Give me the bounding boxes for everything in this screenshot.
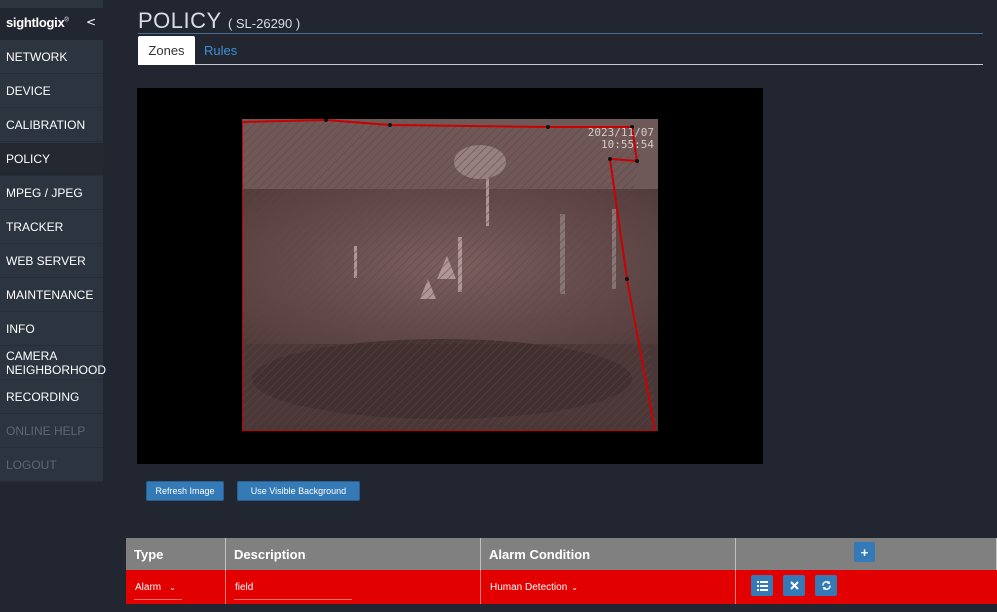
sidebar-item-network[interactable]: NETWORK: [0, 41, 103, 74]
sidebar-item-camera-neighborhood[interactable]: CAMERA NEIGHBORHOOD: [0, 347, 106, 380]
sidebar-item-policy[interactable]: POLICY: [0, 143, 103, 176]
page-title: POLICY ( SL-26290 ): [138, 8, 301, 33]
sidebar-item-info[interactable]: INFO: [0, 313, 103, 346]
sidebar-item-web-server[interactable]: WEB SERVER: [0, 245, 103, 278]
column-header-description: Description: [226, 538, 481, 570]
tab-rules[interactable]: Rules: [204, 36, 237, 65]
device-id: ( SL-26290 ): [227, 16, 301, 31]
sidebar-item-tracker[interactable]: TRACKER: [0, 211, 103, 244]
tab-zones[interactable]: Zones: [138, 36, 195, 65]
detection-zone-fill: [242, 119, 657, 429]
page-header: POLICY ( SL-26290 ): [138, 8, 300, 34]
sidebar-item-online-help[interactable]: ONLINE HELP: [0, 415, 103, 448]
column-header-type: Type: [126, 538, 226, 570]
sidebar-collapse-button[interactable]: <: [86, 15, 96, 29]
timestamp-time: 10:55:54: [601, 138, 654, 151]
zone-row-actions: [736, 570, 997, 604]
sidebar-item-mpeg-jpeg[interactable]: MPEG / JPEG: [0, 177, 103, 210]
title-divider: [138, 33, 983, 34]
zone-type-value: Alarm: [135, 581, 162, 593]
camera-image-panel: 2023/11/07 10:55:54: [137, 88, 763, 464]
brand-bar: sightlogix® <: [0, 8, 103, 40]
zone-description-value: field: [235, 581, 254, 593]
sidebar: sightlogix® < NETWORK DEVICE CALIBRATION…: [0, 0, 106, 482]
column-header-actions: +: [736, 538, 997, 570]
sidebar-item-calibration[interactable]: CALIBRATION: [0, 109, 103, 142]
tabs-divider: [195, 64, 983, 65]
sidebar-item-recording[interactable]: RECORDING: [0, 381, 103, 414]
refresh-icon[interactable]: [815, 575, 837, 596]
chevron-down-icon: ⌄: [571, 582, 578, 592]
delete-icon[interactable]: [783, 575, 805, 596]
add-zone-button[interactable]: +: [854, 542, 875, 562]
sightlogix-logo: sightlogix®: [6, 15, 69, 30]
sidebar-item-device[interactable]: DEVICE: [0, 75, 103, 108]
sidebar-item-maintenance[interactable]: MAINTENANCE: [0, 279, 103, 312]
zone-type-select[interactable]: Alarm ⌄: [126, 570, 226, 604]
alarm-condition-select[interactable]: Human Detection ⌄: [481, 570, 736, 604]
list-icon[interactable]: [751, 575, 773, 596]
sidebar-item-logout[interactable]: LOGOUT: [0, 449, 103, 482]
alarm-condition-value: Human Detection: [490, 581, 568, 593]
column-header-alarm-condition: Alarm Condition: [481, 538, 736, 570]
refresh-image-button[interactable]: Refresh Image: [146, 481, 224, 501]
camera-thermal-image[interactable]: 2023/11/07 10:55:54: [242, 119, 658, 431]
zone-description-field[interactable]: field: [226, 570, 481, 604]
chevron-down-icon: ⌄: [169, 582, 176, 592]
use-visible-background-button[interactable]: Use Visible Background: [237, 481, 360, 501]
